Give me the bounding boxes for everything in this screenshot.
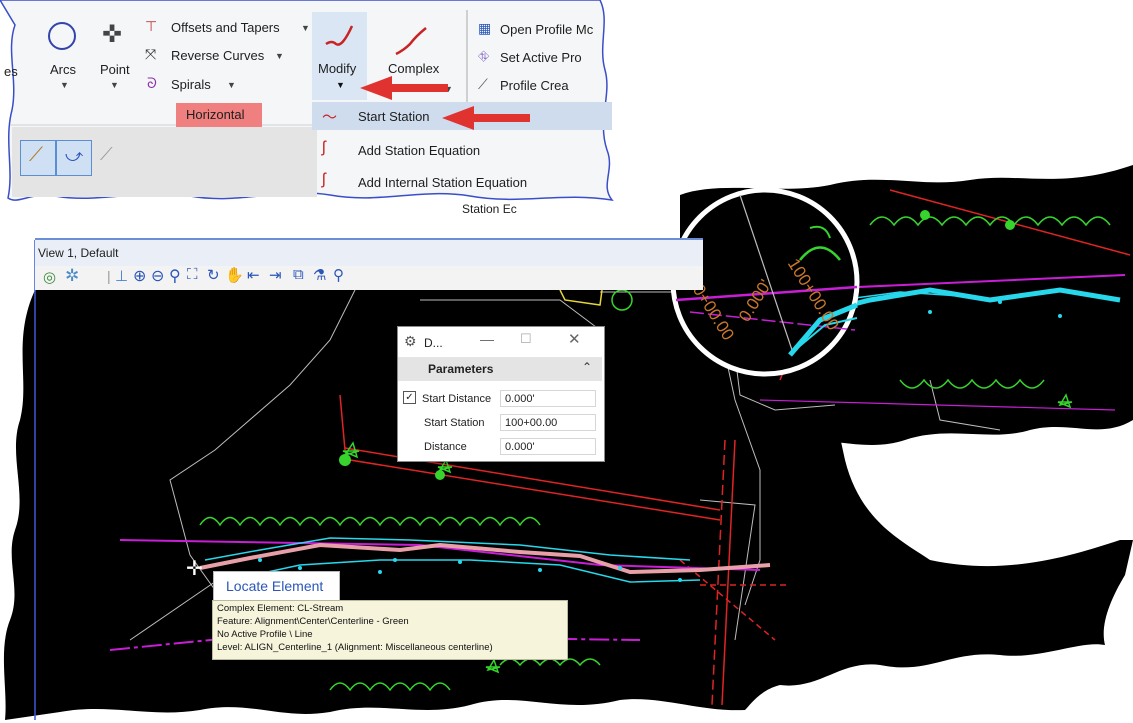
- arrow-to-start-station: [442, 106, 530, 130]
- start-distance-checkbox[interactable]: ✓: [403, 391, 416, 404]
- start-distance-row: ✓ Start Distance 0.000': [398, 389, 602, 409]
- start-station-field[interactable]: 100+00.00: [500, 414, 596, 431]
- rotate-view-icon[interactable]: ↻: [207, 266, 220, 284]
- pan-view-icon[interactable]: ✋: [225, 266, 244, 284]
- tooltip-line: No Active Profile \ Line: [217, 629, 313, 640]
- window-area-icon[interactable]: ⚲: [169, 266, 181, 286]
- view-title: View 1, Default: [38, 246, 119, 260]
- zoom-out-icon[interactable]: ⊖: [151, 266, 164, 286]
- separator-icon: |: [107, 268, 111, 284]
- view-tool-2-icon[interactable]: ⚲: [333, 266, 344, 284]
- arrow-to-modify: [360, 76, 448, 100]
- start-station-dialog: ⚙ D... — ☐ ✕ Parameters ⌃ ✓ Start Distan…: [397, 326, 605, 462]
- view-tool-icon[interactable]: ⚗: [313, 266, 326, 284]
- update-view-icon[interactable]: ⊥: [115, 267, 128, 285]
- dialog-title: D...: [424, 336, 443, 350]
- maximize-icon[interactable]: ☐: [520, 331, 532, 347]
- element-info-tooltip: Complex Element: CL-Stream Feature: Alig…: [212, 600, 568, 660]
- tooltip-line: Feature: Alignment\Center\Centerline - G…: [217, 616, 409, 627]
- crosshair-cursor-icon: ✛: [186, 558, 203, 580]
- view-toolbar: ◎ ✲ | ⊥ ⊕ ⊖ ⚲ ⛶ ↻ ✋ ⇤ ⇥ ⧉ ⚗ ⚲: [35, 266, 703, 290]
- parameters-section-header[interactable]: Parameters ⌃: [398, 357, 602, 381]
- start-station-row: Start Station 100+00.00: [398, 413, 602, 433]
- tooltip-line: Level: ALIGN_Centerline_1 (Alignment: Mi…: [217, 642, 493, 653]
- collapse-chevron-icon: ⌃: [582, 360, 593, 374]
- view-window-header: View 1, Default ◎ ✲ | ⊥ ⊕ ⊖ ⚲ ⛶ ↻ ✋ ⇤ ⇥ …: [35, 238, 703, 290]
- close-icon[interactable]: ✕: [568, 330, 581, 348]
- start-distance-field[interactable]: 0.000': [500, 390, 596, 407]
- locate-element-prompt: Locate Element: [213, 571, 340, 601]
- distance-row: Distance 0.000': [398, 437, 602, 457]
- view-attributes-icon[interactable]: ◎: [43, 268, 56, 286]
- tooltip-line: Complex Element: CL-Stream: [217, 603, 344, 614]
- next-view-icon[interactable]: ⇥: [269, 266, 282, 284]
- fit-view-icon[interactable]: ⛶: [187, 266, 198, 283]
- display-style-icon[interactable]: ✲: [65, 266, 79, 286]
- copy-view-icon[interactable]: ⧉: [293, 266, 304, 283]
- callout-arrows: [360, 76, 530, 130]
- distance-label: Distance: [424, 441, 467, 453]
- locate-element-label: Locate Element: [226, 578, 324, 594]
- start-distance-label: Start Distance: [422, 393, 492, 405]
- minimize-icon[interactable]: —: [480, 331, 494, 347]
- zoom-in-icon[interactable]: ⊕: [133, 266, 146, 286]
- parameters-label: Parameters: [428, 362, 494, 376]
- previous-view-icon[interactable]: ⇤: [247, 266, 260, 284]
- distance-field[interactable]: 0.000': [500, 438, 596, 455]
- start-station-label: Start Station: [424, 417, 485, 429]
- dialog-app-icon: ⚙: [404, 333, 417, 349]
- view-title-bar: View 1, Default: [35, 238, 703, 266]
